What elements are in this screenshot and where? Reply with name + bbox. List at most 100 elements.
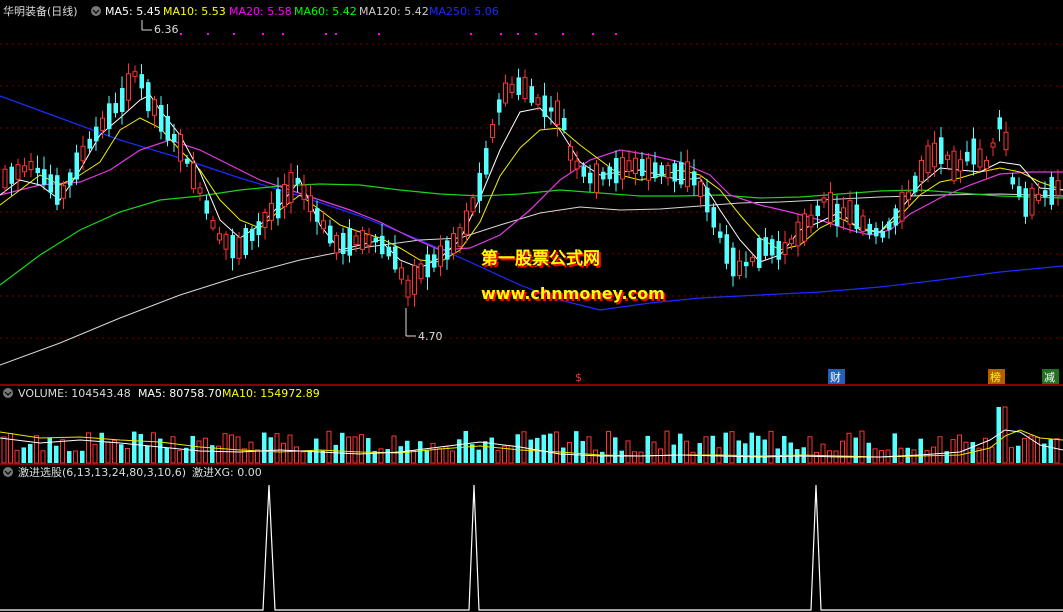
volume-bar [34,435,39,464]
candle-body [386,246,391,257]
candle-body [243,228,248,255]
indicator-chevron-icon[interactable] [3,467,13,477]
candle-body [282,183,287,208]
marker-caibao[interactable]: 财 [830,370,841,384]
volume-bar [989,446,995,464]
candle-body [887,221,892,230]
volume-bar [743,443,748,463]
volume-bar [437,448,442,464]
candle-body [42,169,47,185]
candle-body [990,142,996,148]
candle-body [795,221,801,247]
candle-body [262,212,268,228]
volume-bar [294,446,299,464]
volume-bar [950,439,956,464]
ma120-value: MA120: 5.42 [359,5,429,18]
candle-body [366,234,372,246]
signal-dot [207,33,209,35]
volume-bar [541,434,546,463]
candle-body [35,167,40,174]
signal-dot [180,33,182,35]
volume-bar [840,440,845,464]
candle-body [132,71,138,77]
candle-body [607,166,612,180]
candle-body [659,165,664,177]
stock-chart-screen[interactable]: 6.36 4.70 第一股票公式网 第一股票公式网 www.chnmoney.c… [0,0,1063,612]
candle-body [360,230,365,250]
candle-body [782,242,788,256]
volume-bar [820,443,826,464]
signal-dot [233,33,235,35]
candle-body [159,104,164,132]
candle-body [614,157,619,184]
candle-body [919,159,924,183]
candle-body [757,238,762,268]
volume-bar [255,449,260,464]
candle-body [1036,193,1041,201]
candle-body [497,99,502,113]
candle-body [601,171,606,180]
volume-bar [684,440,689,464]
candle-body [87,138,92,149]
volume-bar [788,442,793,463]
marker-bang[interactable]: 榜 [990,370,1001,384]
volume-bar [424,449,429,463]
candle-body [1023,188,1028,217]
candle-body [770,239,775,256]
volume-bar [937,436,943,464]
chevron-down-icon[interactable] [91,6,101,16]
volume-bar [782,435,787,463]
candle-body [665,164,671,179]
volume-bar [391,435,397,464]
volume-bar [67,451,72,463]
volume-bar [333,444,338,463]
candle-body [373,237,378,243]
volume-bar [846,432,852,464]
candle-body [210,220,216,229]
candle-body [925,145,931,174]
candle-body [750,256,755,263]
volume-bar [359,434,364,464]
candle-body [276,189,281,219]
volume-bar [346,436,351,464]
volume-bar [366,438,371,463]
watermark-url: www.chnmoney.com [481,284,665,303]
candle-body [418,263,424,280]
candle-body [113,103,118,114]
candle-body [951,150,957,182]
volume-bar [151,432,156,464]
candle-body [68,172,73,186]
volume-bar [690,451,696,464]
volume-bar [21,447,26,463]
volume-bar [326,430,332,464]
signal-dot [592,33,594,35]
candle-body [223,233,229,250]
volume-bar [398,446,403,463]
candle-body [328,225,333,244]
volume-bar [287,434,293,464]
ma60-value: MA60: 5.42 [294,5,357,18]
volume-bar [1,436,7,464]
signal-dot [615,33,617,35]
candle-body [503,82,508,104]
low-price-label: 4.70 [418,330,443,343]
candle-body [178,133,183,162]
volume-ma5: MA5: 80758.70 [138,387,222,400]
candle-body [15,164,21,180]
volume-chevron-icon[interactable] [3,388,13,398]
candle-body [477,172,482,201]
marker-jian[interactable]: 减 [1044,371,1055,384]
volume-bar [548,433,553,463]
candle-body [470,197,476,213]
indicator-xg: 激进XG: 0.00 [192,465,262,479]
candle-body [685,161,690,188]
candle-body [763,237,768,256]
candle-body [315,208,320,222]
candle-body [594,163,599,193]
candle-body [256,221,261,236]
volume-bar [170,436,176,464]
marker-dollar[interactable]: $ [575,371,582,384]
volume-bar [203,437,208,464]
candle-body [705,187,710,213]
candle-body [341,232,346,255]
